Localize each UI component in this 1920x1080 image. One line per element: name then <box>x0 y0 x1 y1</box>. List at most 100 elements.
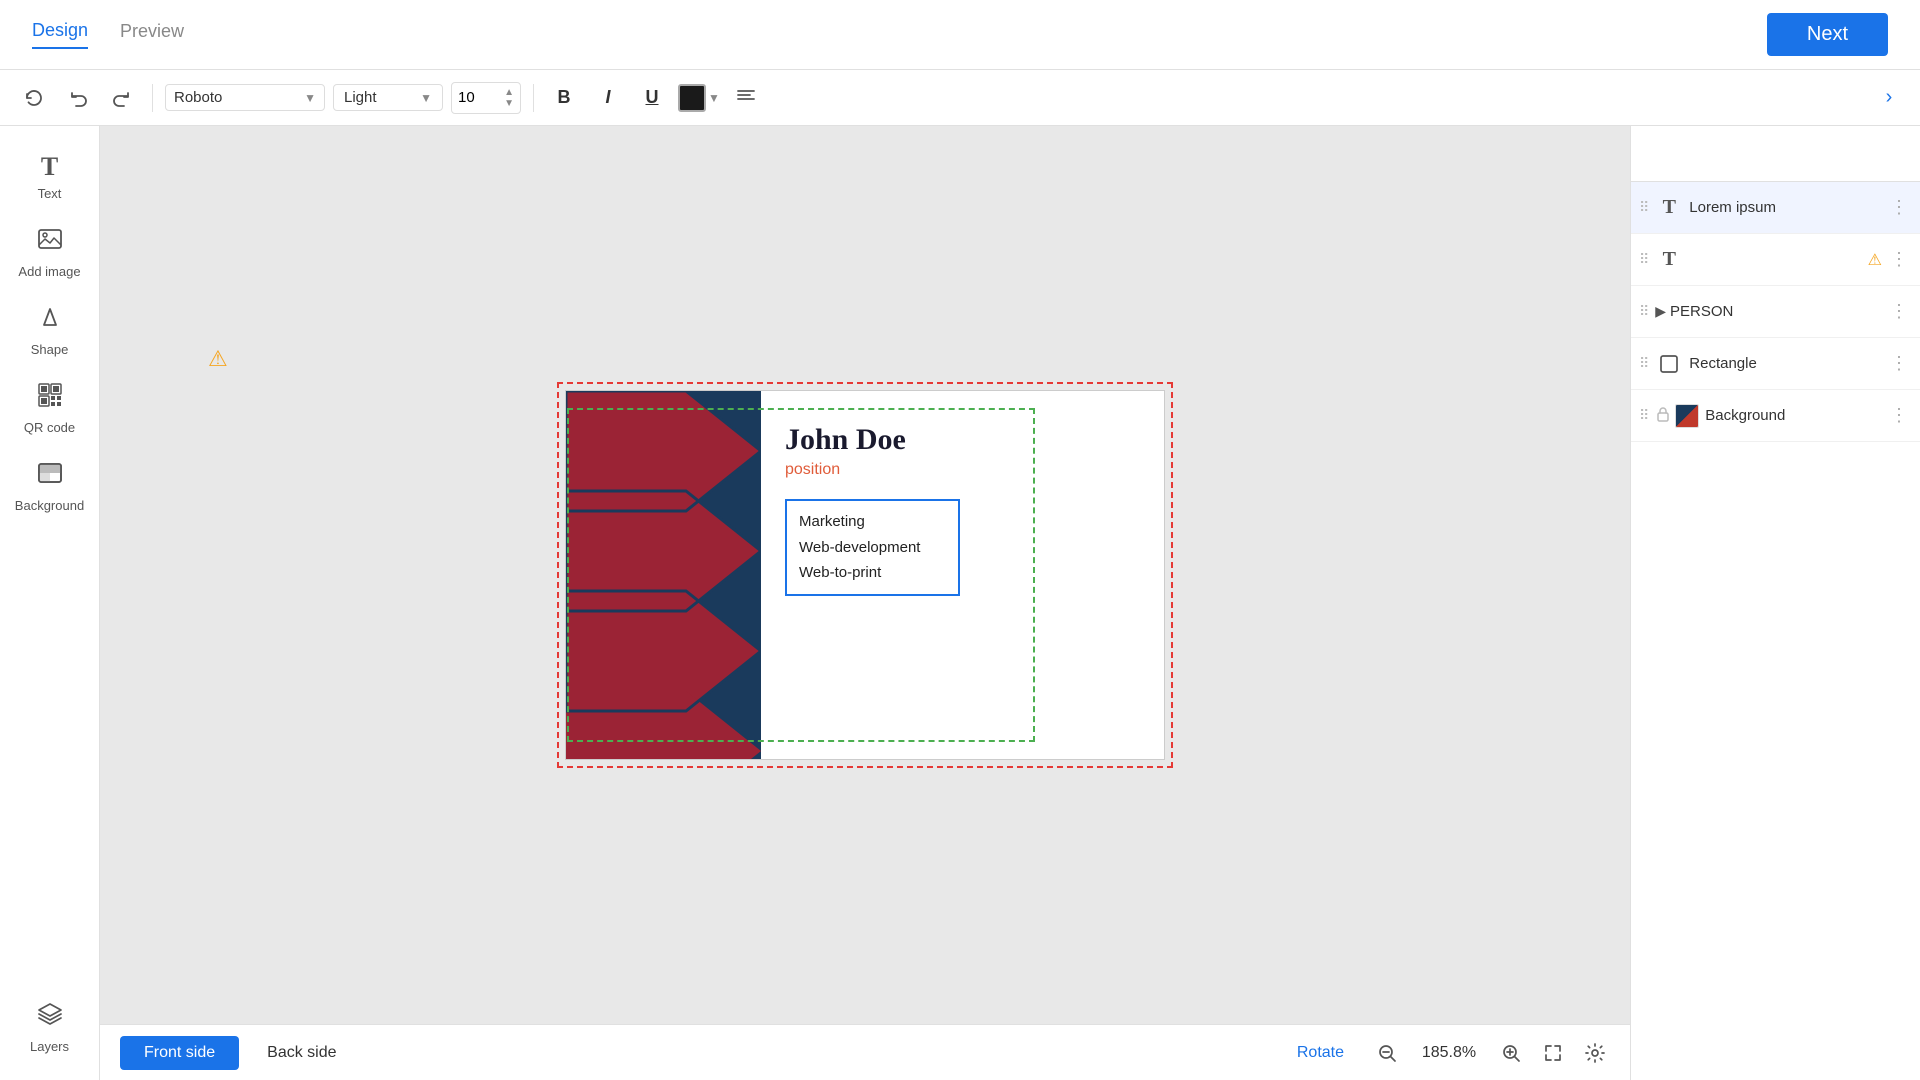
tab-preview[interactable]: Preview <box>120 21 184 48</box>
layer-warning-icon: ⚠ <box>1868 250 1882 270</box>
font-family-chevron: ▼ <box>304 91 316 105</box>
italic-button[interactable]: I <box>590 80 626 116</box>
layer-more-icon-2[interactable]: ⋮ <box>1886 297 1912 326</box>
layer-background-thumb <box>1675 404 1699 428</box>
settings-button[interactable] <box>1580 1038 1610 1068</box>
drag-handle-icon-1: ⠿ <box>1639 251 1649 268</box>
color-swatch-chevron: ▼ <box>708 91 720 105</box>
align-button[interactable] <box>728 80 764 116</box>
drag-handle-icon-3: ⠿ <box>1639 355 1649 372</box>
card-list-item-2: Web-to-print <box>799 560 946 586</box>
layer-item-rectangle[interactable]: ⠿ Rectangle ⋮ <box>1631 338 1920 390</box>
layer-name-rectangle: Rectangle <box>1689 355 1886 372</box>
layer-more-icon-3[interactable]: ⋮ <box>1886 349 1912 378</box>
layer-name-lorem-ipsum: Lorem ipsum <box>1689 199 1886 216</box>
canvas-area: ⚠ <box>100 126 1630 1080</box>
layer-name-background: Background <box>1705 407 1886 424</box>
drag-handle-icon-2: ⠿ <box>1639 303 1649 320</box>
top-bar: Design Preview Next <box>0 0 1920 70</box>
toolbar: Roboto ▼ Light ▼ 10 ▲▼ B I U ▼ › <box>0 70 1920 126</box>
font-size-value: 10 <box>458 89 504 106</box>
canvas-card-wrapper: John Doe position Marketing Web-developm… <box>565 390 1165 760</box>
card-name: John Doe <box>785 423 1140 457</box>
layer-text-icon-2: T <box>1655 246 1683 274</box>
front-side-button[interactable]: Front side <box>120 1036 239 1070</box>
canvas-main[interactable]: John Doe position Marketing Web-developm… <box>100 126 1630 1024</box>
text-color-swatch[interactable] <box>678 84 706 112</box>
toolbar-right: › <box>1874 83 1904 113</box>
right-panel-header <box>1631 126 1920 182</box>
font-size-input[interactable]: 10 ▲▼ <box>451 82 521 114</box>
drag-handle-icon: ⠿ <box>1639 199 1649 216</box>
bold-button[interactable]: B <box>546 80 582 116</box>
font-family-value: Roboto <box>174 89 222 106</box>
qr-code-icon <box>36 381 64 416</box>
card-list-item-1: Web-development <box>799 535 946 561</box>
canvas-card[interactable]: John Doe position Marketing Web-developm… <box>565 390 1165 760</box>
divider-2 <box>533 84 534 112</box>
chevron-background <box>566 391 761 759</box>
shape-icon <box>36 303 64 338</box>
font-weight-select[interactable]: Light ▼ <box>333 84 443 111</box>
text-icon: T <box>41 152 58 182</box>
sidebar-item-layers[interactable]: Layers <box>10 990 90 1064</box>
zoom-level-display: 185.8% <box>1414 1044 1484 1062</box>
color-picker-group[interactable]: ▼ <box>678 84 720 112</box>
card-list-box[interactable]: Marketing Web-development Web-to-print <box>785 499 960 596</box>
sidebar-label-text: Text <box>38 186 62 201</box>
layer-item-lorem-ipsum[interactable]: ⠿ T Lorem ipsum ⋮ <box>1631 182 1920 234</box>
layer-shape-icon <box>1655 350 1683 378</box>
card-position: position <box>785 461 1140 479</box>
sidebar-item-background[interactable]: Background <box>10 449 90 523</box>
canvas-bottom-bar: Front side Back side Rotate 185.8% <box>100 1024 1630 1080</box>
layers-icon <box>36 1000 64 1035</box>
history-icon[interactable] <box>16 80 52 116</box>
toolbar-expand-button[interactable]: › <box>1874 83 1904 113</box>
layer-expand-icon[interactable]: ▶ <box>1655 303 1666 320</box>
underline-button[interactable]: U <box>634 80 670 116</box>
background-icon <box>36 459 64 494</box>
font-weight-value: Light <box>344 89 377 106</box>
layer-more-icon-4[interactable]: ⋮ <box>1886 401 1912 430</box>
divider-1 <box>152 84 153 112</box>
next-button[interactable]: Next <box>1767 13 1888 56</box>
left-sidebar: T Text Add image Shape <box>0 126 100 1080</box>
layer-item-background[interactable]: ⠿ Background ⋮ <box>1631 390 1920 442</box>
canvas-warning-icon: ⚠ <box>208 346 228 372</box>
redo-icon[interactable] <box>104 80 140 116</box>
main-layout: T Text Add image Shape <box>0 126 1920 1080</box>
layer-name-person: PERSON <box>1670 303 1886 320</box>
add-image-icon <box>36 225 64 260</box>
sidebar-label-add-image: Add image <box>18 264 80 279</box>
back-side-button[interactable]: Back side <box>251 1036 352 1070</box>
sidebar-item-shape[interactable]: Shape <box>10 293 90 367</box>
card-list-item-0: Marketing <box>799 509 946 535</box>
layer-more-icon-0[interactable]: ⋮ <box>1886 193 1912 222</box>
right-panel: ⠿ T Lorem ipsum ⋮ ⠿ T ⚠ ⋮ ⠿ ▶ PERSON ⋮ <box>1630 126 1920 1080</box>
zoom-out-button[interactable] <box>1372 1038 1402 1068</box>
layer-item-text2[interactable]: ⠿ T ⚠ ⋮ <box>1631 234 1920 286</box>
tab-design[interactable]: Design <box>32 20 88 49</box>
sidebar-label-layers: Layers <box>30 1039 69 1054</box>
undo-icon[interactable] <box>60 80 96 116</box>
layer-item-person[interactable]: ⠿ ▶ PERSON ⋮ <box>1631 286 1920 338</box>
layer-more-icon-1[interactable]: ⋮ <box>1886 245 1912 274</box>
sidebar-item-text[interactable]: T Text <box>10 142 90 211</box>
expand-button[interactable] <box>1538 1038 1568 1068</box>
layers-list: ⠿ T Lorem ipsum ⋮ ⠿ T ⚠ ⋮ ⠿ ▶ PERSON ⋮ <box>1631 182 1920 1080</box>
tab-group: Design Preview <box>32 20 184 49</box>
sidebar-label-shape: Shape <box>31 342 69 357</box>
font-weight-chevron: ▼ <box>420 91 432 105</box>
zoom-in-button[interactable] <box>1496 1038 1526 1068</box>
drag-handle-icon-4: ⠿ <box>1639 407 1649 424</box>
zoom-controls: Rotate 185.8% <box>1297 1038 1610 1068</box>
rotate-button[interactable]: Rotate <box>1297 1044 1344 1062</box>
sidebar-label-qrcode: QR code <box>24 420 75 435</box>
sidebar-item-add-image[interactable]: Add image <box>10 215 90 289</box>
font-size-stepper[interactable]: ▲▼ <box>504 87 514 109</box>
font-family-select[interactable]: Roboto ▼ <box>165 84 325 111</box>
sidebar-item-qrcode[interactable]: QR code <box>10 371 90 445</box>
card-content: John Doe position Marketing Web-developm… <box>761 391 1164 759</box>
layer-lock-icon <box>1655 406 1671 425</box>
sidebar-label-background: Background <box>15 498 84 513</box>
